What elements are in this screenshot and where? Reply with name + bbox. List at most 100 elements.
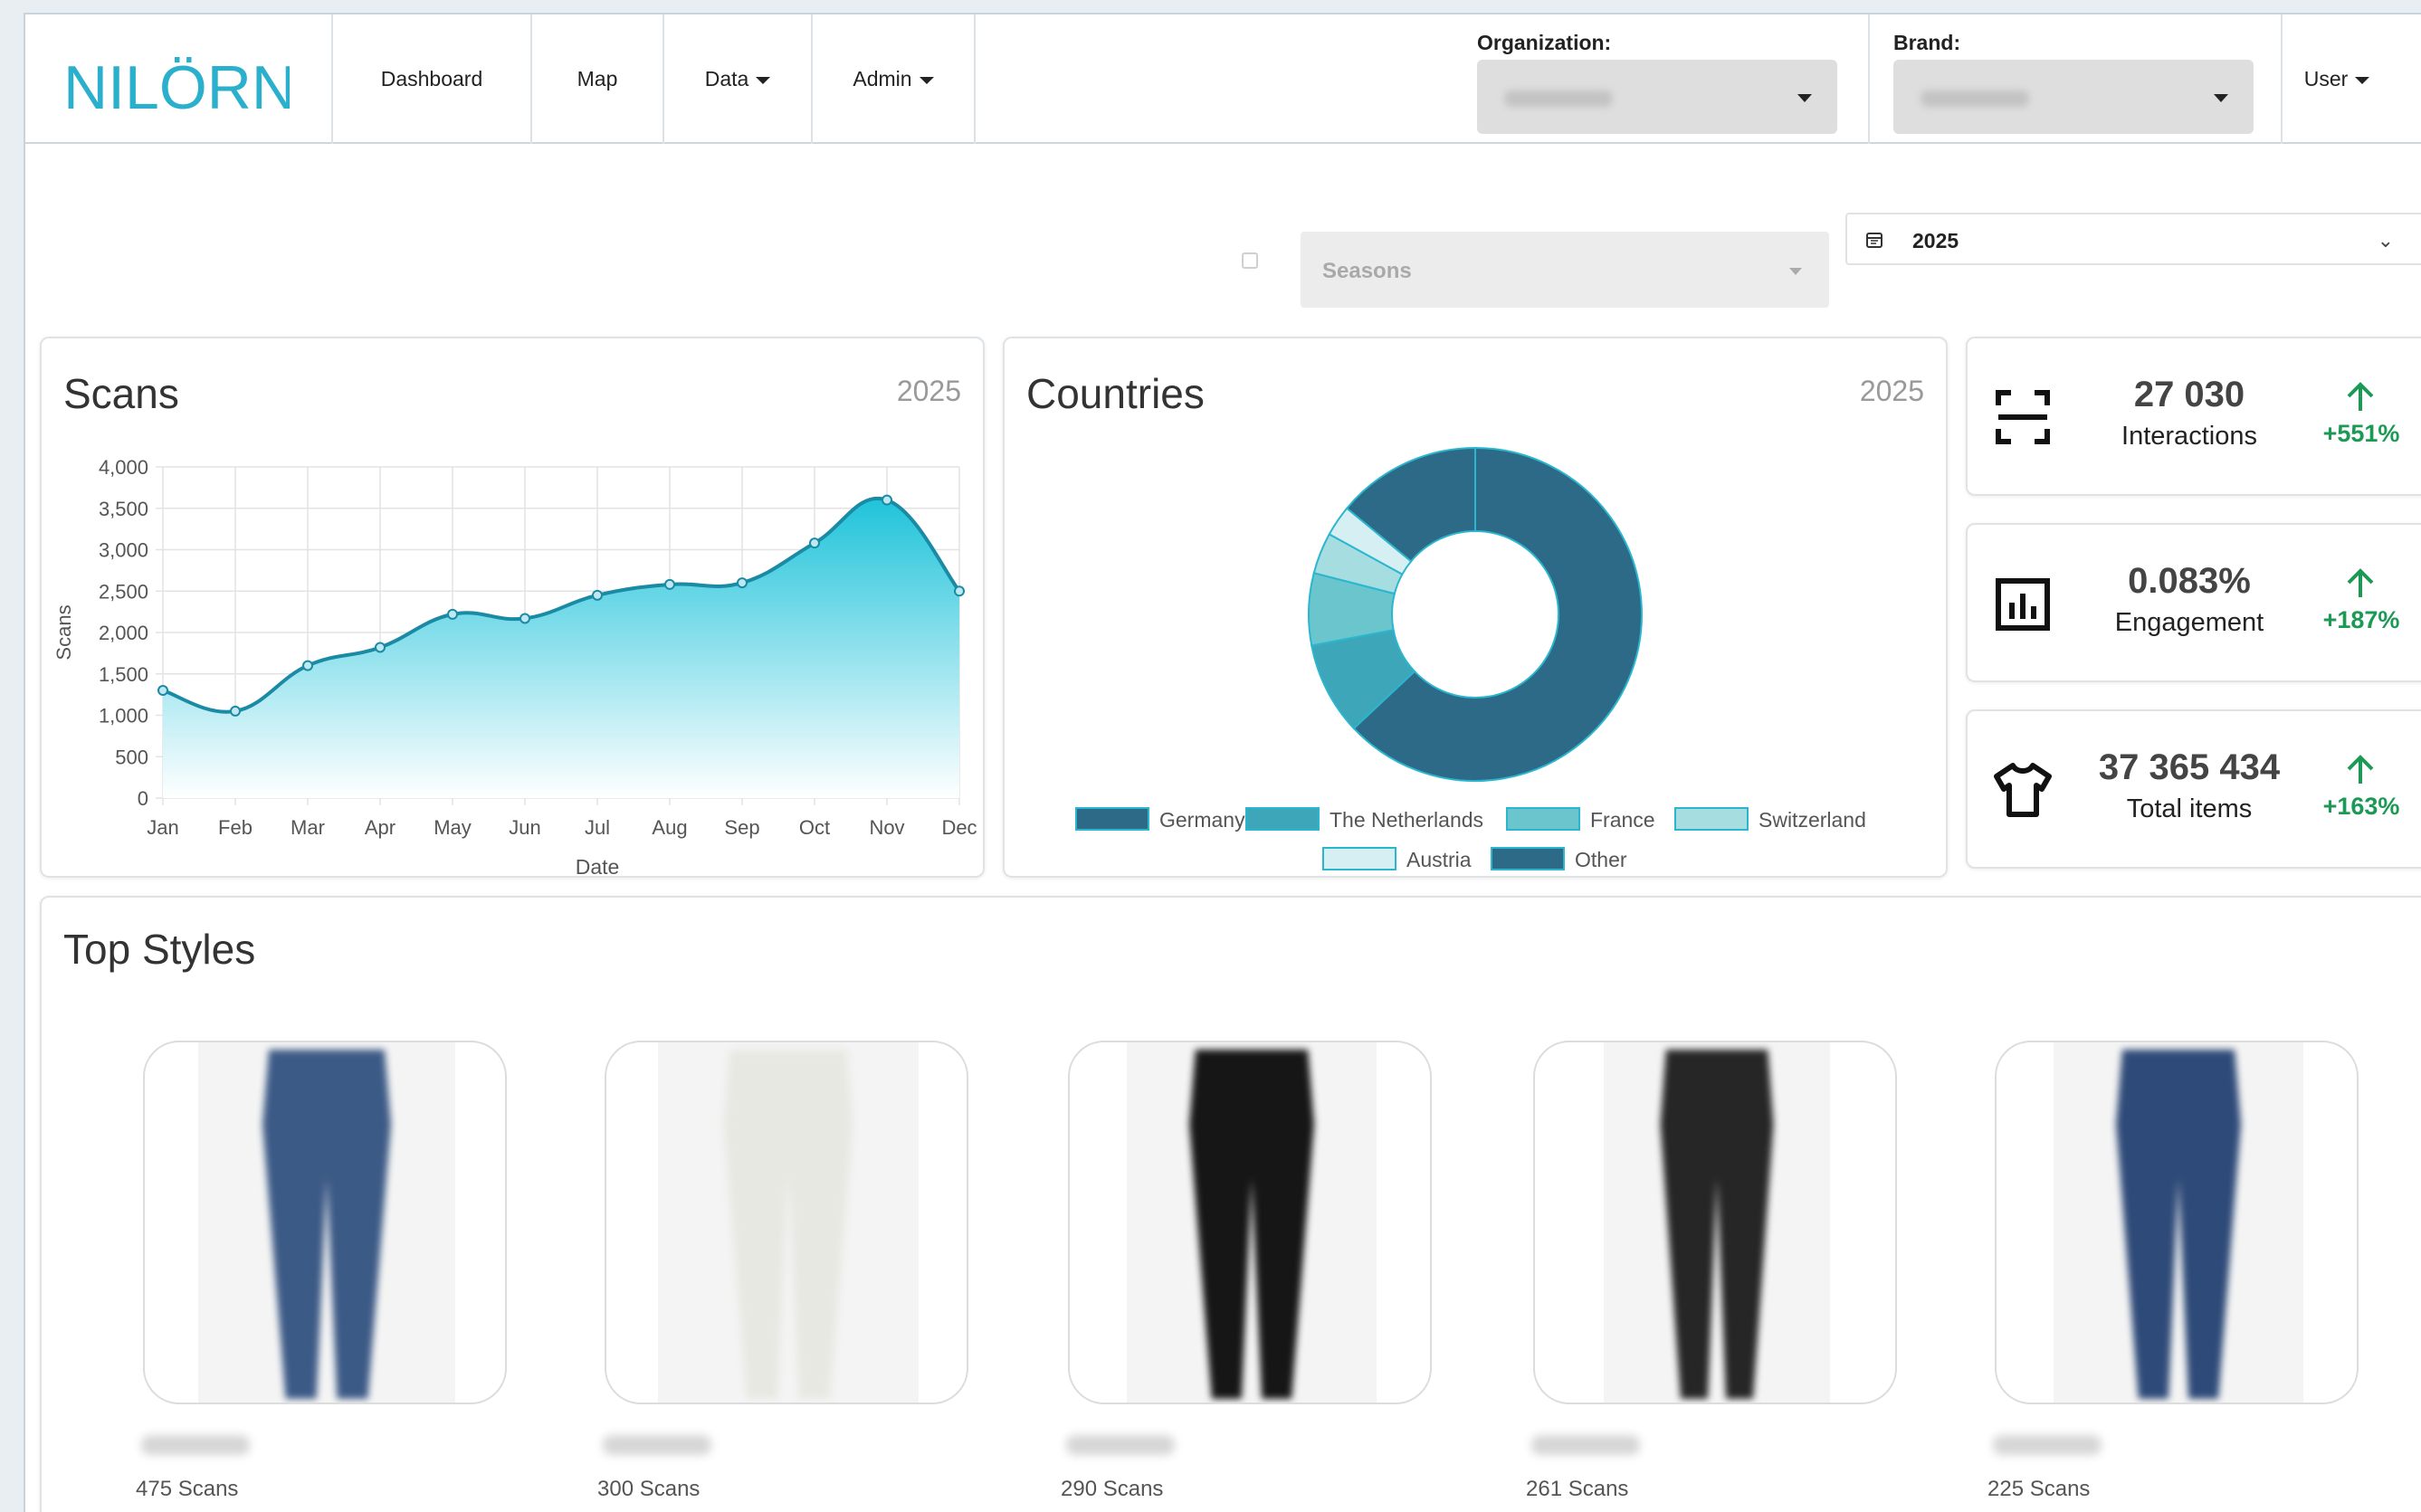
scans-area-fill	[163, 498, 959, 798]
data-point	[809, 537, 820, 549]
data-point	[302, 660, 313, 671]
style-name-redacted	[1531, 1435, 1640, 1455]
stat-card-engagement: 0.083% Engagement +187%	[1966, 523, 2421, 682]
nav-divider	[974, 14, 976, 144]
data-point	[737, 577, 748, 589]
stat-value: 37 365 434	[2098, 747, 2281, 787]
legend-swatch	[1506, 807, 1580, 831]
x-tick-label: Dec	[941, 816, 977, 839]
nav-dashboard[interactable]: Dashboard	[333, 14, 530, 144]
style-name-redacted	[1066, 1435, 1175, 1455]
nav-map[interactable]: Map	[532, 14, 662, 144]
y-tick-label: 500	[115, 746, 148, 768]
nav-admin-dropdown[interactable]: Admin	[813, 14, 974, 144]
legend-swatch	[1245, 807, 1320, 831]
data-point	[882, 494, 892, 506]
stat-change: +187%	[2322, 606, 2400, 633]
brand-select[interactable]	[1893, 60, 2254, 134]
x-tick-label: May	[434, 816, 472, 839]
x-axis-label: Date	[576, 855, 620, 879]
style-scan-count: 261 Scans	[1526, 1477, 1629, 1501]
nilorn-logo[interactable]: NILÖRN	[63, 47, 290, 119]
arrow-up-icon	[2347, 382, 2374, 411]
pants-image	[1189, 1050, 1314, 1399]
style-scan-count: 225 Scans	[1987, 1477, 2091, 1501]
style-card[interactable]	[1068, 1041, 1432, 1404]
style-card[interactable]	[143, 1041, 507, 1404]
seasons-placeholder: Seasons	[1322, 259, 1412, 283]
chevron-down-icon	[919, 76, 934, 84]
legend-label: Germany	[1159, 808, 1245, 832]
chevron-down-icon	[2355, 76, 2370, 84]
stat-change: +551%	[2322, 420, 2400, 447]
chevron-down-icon	[756, 76, 771, 84]
pants-image	[262, 1050, 391, 1399]
legend-swatch	[1491, 847, 1565, 870]
scans-area-chart: 0 500 1,000 1,500 2,000 2,500 3,000 3,500 4,000 J…	[52, 456, 977, 879]
organization-label: Organization:	[1477, 31, 1612, 54]
top-navbar: NILÖRN Dashboard Map Data Admin Organiza…	[25, 14, 2421, 144]
nav-data-dropdown[interactable]: Data	[664, 14, 811, 144]
data-point	[592, 589, 603, 601]
user-menu[interactable]: User	[2283, 47, 2391, 110]
tshirt-icon	[1994, 763, 2052, 817]
stat-value: 27 030	[2133, 375, 2245, 414]
organization-value-redacted	[1504, 90, 1613, 107]
data-point	[447, 608, 458, 620]
x-tick-label: Aug	[652, 816, 687, 839]
style-card[interactable]	[1995, 1041, 2359, 1404]
legend-label: Switzerland	[1759, 808, 1866, 832]
product-image	[658, 1042, 919, 1403]
legend-swatch	[1322, 847, 1396, 870]
top-styles-card: Top Styles 475 Scans 300 Scans 290 Scans…	[40, 896, 2421, 1512]
style-scan-count: 290 Scans	[1061, 1477, 1164, 1501]
data-point	[230, 705, 241, 717]
legend-label: The Netherlands	[1330, 808, 1483, 832]
style-card[interactable]	[605, 1041, 968, 1404]
data-point	[375, 642, 386, 653]
x-tick-label: Nov	[869, 816, 904, 839]
bar-chart-icon	[1996, 578, 2050, 631]
dashboard-page: NILÖRN Dashboard Map Data Admin Organiza…	[24, 13, 2421, 1512]
countries-card: Countries 2025 Germany The Netherlands Fra…	[1003, 337, 1948, 878]
organization-select[interactable]	[1477, 60, 1837, 134]
stat-label: Engagement	[2114, 608, 2264, 637]
legend-label: Other	[1575, 848, 1627, 871]
x-tick-label: Mar	[291, 816, 325, 839]
chevron-down-icon: ⌄	[2377, 229, 2394, 252]
scan-icon	[1996, 390, 2050, 444]
product-image	[1127, 1042, 1377, 1403]
legend-swatch	[1674, 807, 1749, 831]
x-tick-label: Jan	[147, 816, 178, 839]
pants-image	[1660, 1050, 1774, 1399]
x-tick-label: Jun	[509, 816, 540, 839]
chevron-down-icon	[2214, 94, 2228, 102]
style-scan-count: 475 Scans	[136, 1477, 239, 1501]
legend-swatch	[1075, 807, 1149, 831]
seasons-checkbox[interactable]	[1242, 252, 1258, 269]
arrow-up-icon	[2347, 755, 2374, 784]
nav-admin-label: Admin	[853, 67, 912, 90]
product-image	[2054, 1042, 2303, 1403]
style-card[interactable]	[1533, 1041, 1897, 1404]
y-tick-label: 1,500	[99, 663, 148, 686]
y-tick-label: 3,000	[99, 539, 148, 562]
y-tick-label: 1,000	[99, 705, 148, 727]
seasons-select[interactable]: Seasons	[1301, 232, 1829, 308]
arrow-up-icon	[2347, 568, 2374, 597]
legend-label: France	[1590, 808, 1655, 832]
stat-change: +163%	[2322, 793, 2400, 820]
x-tick-label: Sep	[724, 816, 759, 839]
chevron-down-icon	[1789, 268, 1802, 275]
user-menu-label: User	[2303, 67, 2349, 90]
stat-label: Total items	[2126, 794, 2253, 823]
y-tick-label: 2,000	[99, 622, 148, 644]
data-point	[519, 613, 530, 624]
stat-card-interactions: 27 030 Interactions +551%	[1966, 337, 2421, 496]
year-select[interactable]: 2025 ⌄	[1845, 213, 2421, 265]
stat-value: 0.083%	[2128, 561, 2251, 601]
y-axis-label: Scans	[52, 604, 75, 660]
brand-value-redacted	[1921, 90, 2029, 107]
top-styles-title: Top Styles	[63, 926, 256, 973]
product-image	[1604, 1042, 1830, 1403]
